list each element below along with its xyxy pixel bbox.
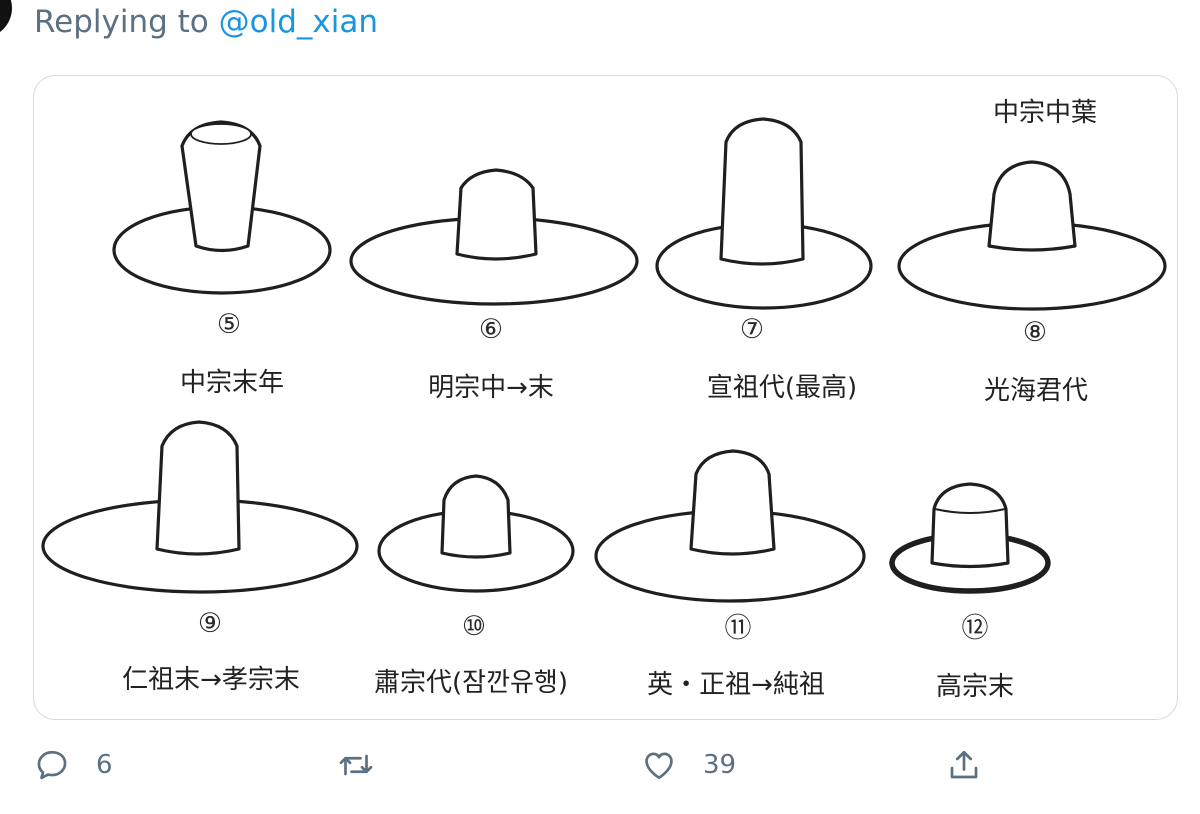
hat-number-9: ⑨ xyxy=(198,608,222,639)
gat-hat-illustration: 中宗中葉 ⑤ 中宗末年 ⑥ 明宗中→末 ⑦ 宣祖代(最高) ⑧ 光海君代 ⑨ 仁… xyxy=(41,98,1167,702)
replying-to-handle-link[interactable]: @old_xian xyxy=(219,4,378,40)
hat-label-7: 宣祖代(最高) xyxy=(707,373,857,403)
share-button[interactable] xyxy=(946,735,1008,795)
image-header-label: 中宗中葉 xyxy=(993,98,1097,128)
tweet-action-bar: 6 39 xyxy=(0,735,1200,795)
hat-label-6: 明宗中→末 xyxy=(428,373,554,403)
heart-icon xyxy=(645,752,673,780)
reply-button[interactable]: 6 xyxy=(34,735,113,795)
hat-drawing-8 xyxy=(897,160,1167,311)
hat-number-11: ⑪ xyxy=(725,613,752,644)
reply-icon xyxy=(37,750,67,780)
replying-to-prefix: Replying to xyxy=(34,4,209,40)
hat-label-11: 英・正祖→純祖 xyxy=(647,670,825,700)
hat-number-7: ⑦ xyxy=(740,314,764,345)
hat-drawing-9 xyxy=(41,420,359,594)
hat-label-5: 中宗末年 xyxy=(180,368,284,398)
like-count: 39 xyxy=(703,750,737,780)
hat-label-9: 仁祖末→孝宗末 xyxy=(122,665,300,695)
hat-drawing-7 xyxy=(655,117,873,310)
avatar[interactable] xyxy=(0,0,12,38)
retweet-button[interactable] xyxy=(338,735,400,795)
hat-drawing-12 xyxy=(889,482,1051,594)
share-icon xyxy=(950,750,978,779)
hat-number-10: ⑩ xyxy=(462,611,486,642)
hat-label-10: 肅宗代(잠깐유행) xyxy=(374,668,568,698)
hat-number-5: ⑤ xyxy=(217,309,241,340)
hat-number-8: ⑧ xyxy=(1023,317,1047,348)
hat-number-6: ⑥ xyxy=(479,314,503,345)
hat-drawing-11 xyxy=(594,449,866,603)
hat-drawing-5 xyxy=(112,120,332,295)
hat-number-12: ⑫ xyxy=(962,613,989,644)
retweet-icon xyxy=(339,754,373,776)
replying-to: Replying to @old_xian xyxy=(34,4,378,40)
reply-count: 6 xyxy=(96,750,113,780)
hat-label-12: 高宗末 xyxy=(936,672,1014,702)
hat-drawing-10 xyxy=(377,474,575,593)
hat-drawing-6 xyxy=(349,168,639,306)
hat-label-8: 光海君代 xyxy=(984,376,1088,406)
tweet-media-image[interactable]: 中宗中葉 ⑤ 中宗末年 ⑥ 明宗中→末 ⑦ 宣祖代(最高) ⑧ 光海君代 ⑨ 仁… xyxy=(33,75,1178,720)
like-button[interactable]: 39 xyxy=(641,735,736,795)
